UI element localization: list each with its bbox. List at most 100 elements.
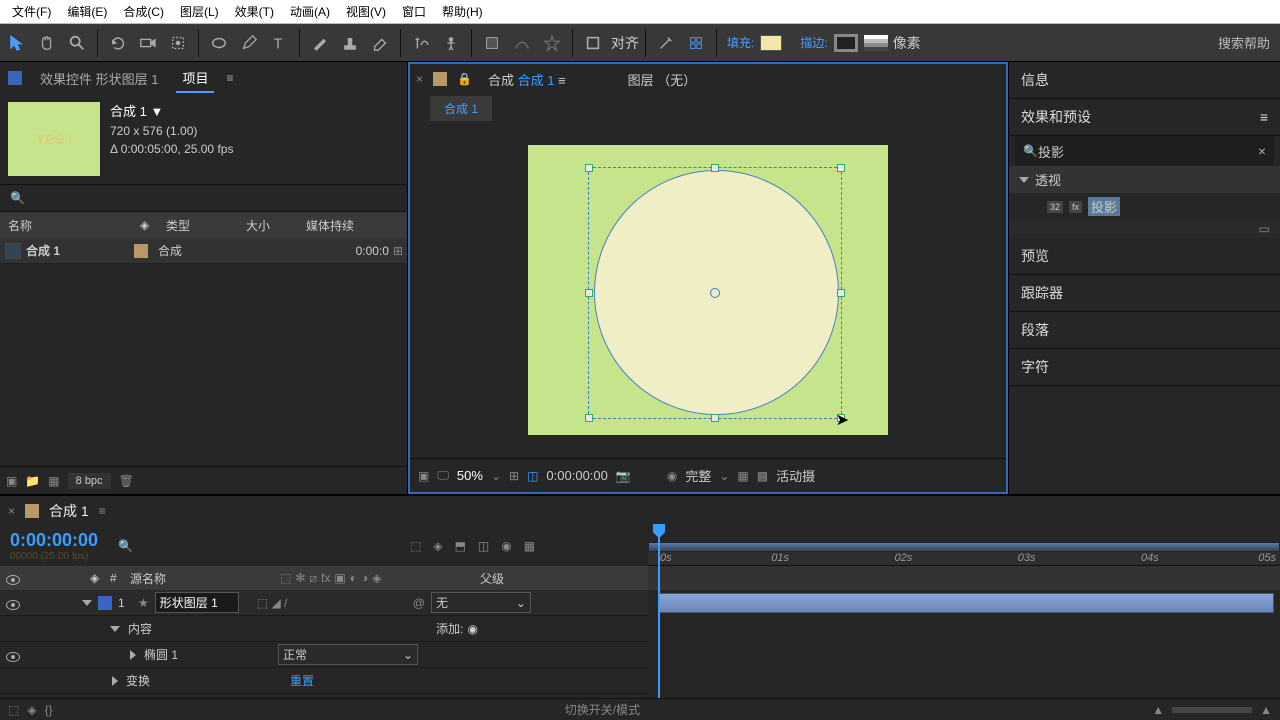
toggle-modes-icon[interactable]: ◈ xyxy=(27,703,36,717)
viewport[interactable]: ➤ xyxy=(410,122,1006,458)
header-size[interactable]: 大小 xyxy=(238,217,298,234)
pickwhip-icon[interactable]: @ xyxy=(413,596,425,610)
contents-row[interactable]: 内容 添加: ◉ xyxy=(0,616,648,642)
ellipse-visibility-icon[interactable] xyxy=(6,652,20,662)
new-bin-icon[interactable]: ▭ xyxy=(1259,222,1270,236)
fill-swatch[interactable] xyxy=(760,35,782,51)
snap-icon[interactable] xyxy=(682,29,710,57)
panel-character[interactable]: 字符 xyxy=(1009,349,1280,386)
breadcrumb-comp[interactable]: 合成 1 xyxy=(430,96,492,121)
switch-quality-icon[interactable]: ◈ xyxy=(372,571,381,586)
orbit-tool-icon[interactable] xyxy=(104,29,132,57)
layer1-parent-dropdown[interactable]: 无⌄ xyxy=(431,592,531,613)
stroke-width-icon[interactable] xyxy=(864,35,888,51)
tab-layer-none[interactable]: 图层 （无） xyxy=(622,66,703,93)
new-comp-icon[interactable]: ▦ xyxy=(48,474,59,488)
panel-info[interactable]: 信息 xyxy=(1009,62,1280,99)
comp-thumbnail[interactable]: YES ! xyxy=(8,102,100,176)
align-box-icon[interactable] xyxy=(579,29,607,57)
bpc-button[interactable]: 8 bpc xyxy=(68,473,111,489)
transform-row[interactable]: 变换 重置 xyxy=(0,668,648,694)
stroke-swatch[interactable] xyxy=(834,34,858,52)
header-source-name[interactable]: 源名称 xyxy=(130,570,280,587)
handle-bc[interactable] xyxy=(711,414,719,422)
add-button-icon[interactable]: ◉ xyxy=(468,622,478,636)
tab-comp-link[interactable]: 合成 1 xyxy=(518,73,555,88)
eraser-tool-icon[interactable] xyxy=(366,29,394,57)
toggle-label[interactable]: 切换开关/模式 xyxy=(61,701,1145,718)
interpret-icon[interactable]: ▣ xyxy=(6,474,17,488)
item-label-color[interactable] xyxy=(134,244,148,258)
contents-expand-icon[interactable] xyxy=(110,626,120,632)
selection-bbox[interactable]: ➤ xyxy=(588,167,842,419)
zoom-slider[interactable] xyxy=(1172,707,1252,713)
efx-search-box[interactable]: 🔍 × xyxy=(1015,136,1274,166)
header-media[interactable]: 媒体持续 xyxy=(298,217,407,234)
project-item-row[interactable]: 合成 1 合成 0:00:0 ⊞ xyxy=(0,238,407,264)
fill-label[interactable]: 填充: xyxy=(727,34,754,51)
ellipse-mode-dropdown[interactable]: 正常⌄ xyxy=(278,644,418,665)
efx-category-perspective[interactable]: 透视 xyxy=(1009,166,1280,193)
switch-shy-icon[interactable]: ⬚ xyxy=(280,571,291,586)
graph-editor-icon[interactable]: ▦ xyxy=(524,539,535,553)
brackets-icon[interactable]: {} xyxy=(45,703,53,717)
label-header-icon[interactable]: ◈ xyxy=(90,571,110,585)
tab-composition[interactable]: 合成 合成 1 ≡ xyxy=(482,66,572,93)
shape-mode-icon[interactable] xyxy=(478,29,506,57)
color-mgmt-icon[interactable]: ◉ xyxy=(667,469,677,483)
zoom-tool-icon[interactable] xyxy=(63,29,91,57)
panel-paragraph[interactable]: 段落 xyxy=(1009,312,1280,349)
tab-effect-controls[interactable]: 效果控件 形状图层 1 xyxy=(34,65,164,92)
panel-menu-icon[interactable]: ≡ xyxy=(226,71,233,85)
header-num[interactable]: # xyxy=(110,571,130,585)
stroke-label[interactable]: 描边: xyxy=(800,34,827,51)
menu-help[interactable]: 帮助(H) xyxy=(434,0,491,23)
work-area-bar[interactable] xyxy=(648,542,1280,552)
switch-adj-icon[interactable]: ▣ xyxy=(334,571,345,586)
efx-search-input[interactable] xyxy=(1038,144,1258,159)
panel-preview[interactable]: 预览 xyxy=(1009,238,1280,275)
handle-tc[interactable] xyxy=(711,164,719,172)
clear-search-icon[interactable]: × xyxy=(1258,143,1266,159)
res-icon[interactable]: ⊞ xyxy=(509,469,519,483)
layer1-visibility-icon[interactable] xyxy=(6,600,20,610)
selection-tool-icon[interactable] xyxy=(3,29,31,57)
visibility-header-icon[interactable] xyxy=(6,575,20,585)
camera-dropdown[interactable]: 活动摄 xyxy=(776,466,815,485)
zoom-out-icon[interactable]: ▲ xyxy=(1152,703,1164,717)
search-help-input[interactable]: 搜索帮助 xyxy=(1218,33,1270,52)
switch-collapse-icon[interactable]: ◑ xyxy=(361,571,368,586)
efx-item-dropshadow[interactable]: 32 fx 投影 xyxy=(1009,193,1280,220)
roto-tool-icon[interactable] xyxy=(407,29,435,57)
switch-frame-icon[interactable]: ⧄ xyxy=(309,571,317,586)
switch-3d-icon[interactable]: ◐ xyxy=(350,571,357,586)
panel-tracker[interactable]: 跟踪器 xyxy=(1009,275,1280,312)
layer1-expand-icon[interactable] xyxy=(82,600,92,606)
quality-arrow-icon[interactable]: ⌄ xyxy=(719,469,729,483)
switch-fx-icon[interactable]: ✻ xyxy=(295,571,305,586)
ellipse-row[interactable]: 椭圆 1 正常⌄ xyxy=(0,642,648,668)
trash-icon[interactable]: 🗑 xyxy=(119,474,134,488)
menu-anim[interactable]: 动画(A) xyxy=(282,0,338,23)
tl-menu-icon[interactable]: ≡ xyxy=(99,504,106,518)
current-time[interactable]: 0:00:00:00 xyxy=(546,468,607,483)
tl-search-icon[interactable]: 🔍 xyxy=(118,539,133,553)
layer1-name-input[interactable]: 形状图层 1 xyxy=(155,592,239,613)
mask-icon[interactable]: ◫ xyxy=(527,469,538,483)
grid-icon[interactable]: ▦ xyxy=(737,469,748,483)
pan-behind-tool-icon[interactable] xyxy=(164,29,192,57)
layer1-switches[interactable]: ⬚ ◢ / xyxy=(257,596,407,610)
handle-ml[interactable] xyxy=(585,289,593,297)
puppet-tool-icon[interactable] xyxy=(437,29,465,57)
header-type[interactable]: 类型 xyxy=(158,217,238,234)
header-name[interactable]: 名称 xyxy=(0,217,140,234)
zoom-in-icon[interactable]: ▲ xyxy=(1260,703,1272,717)
text-tool-icon[interactable]: T xyxy=(265,29,293,57)
menu-edit[interactable]: 编辑(E) xyxy=(59,0,115,23)
lock-icon[interactable]: 🔒 xyxy=(457,72,472,86)
magic-wand-icon[interactable] xyxy=(652,29,680,57)
playhead[interactable] xyxy=(658,526,660,698)
pen-tool-icon[interactable] xyxy=(235,29,263,57)
hand-tool-icon[interactable] xyxy=(33,29,61,57)
close-tab-icon[interactable]: × xyxy=(416,72,423,86)
